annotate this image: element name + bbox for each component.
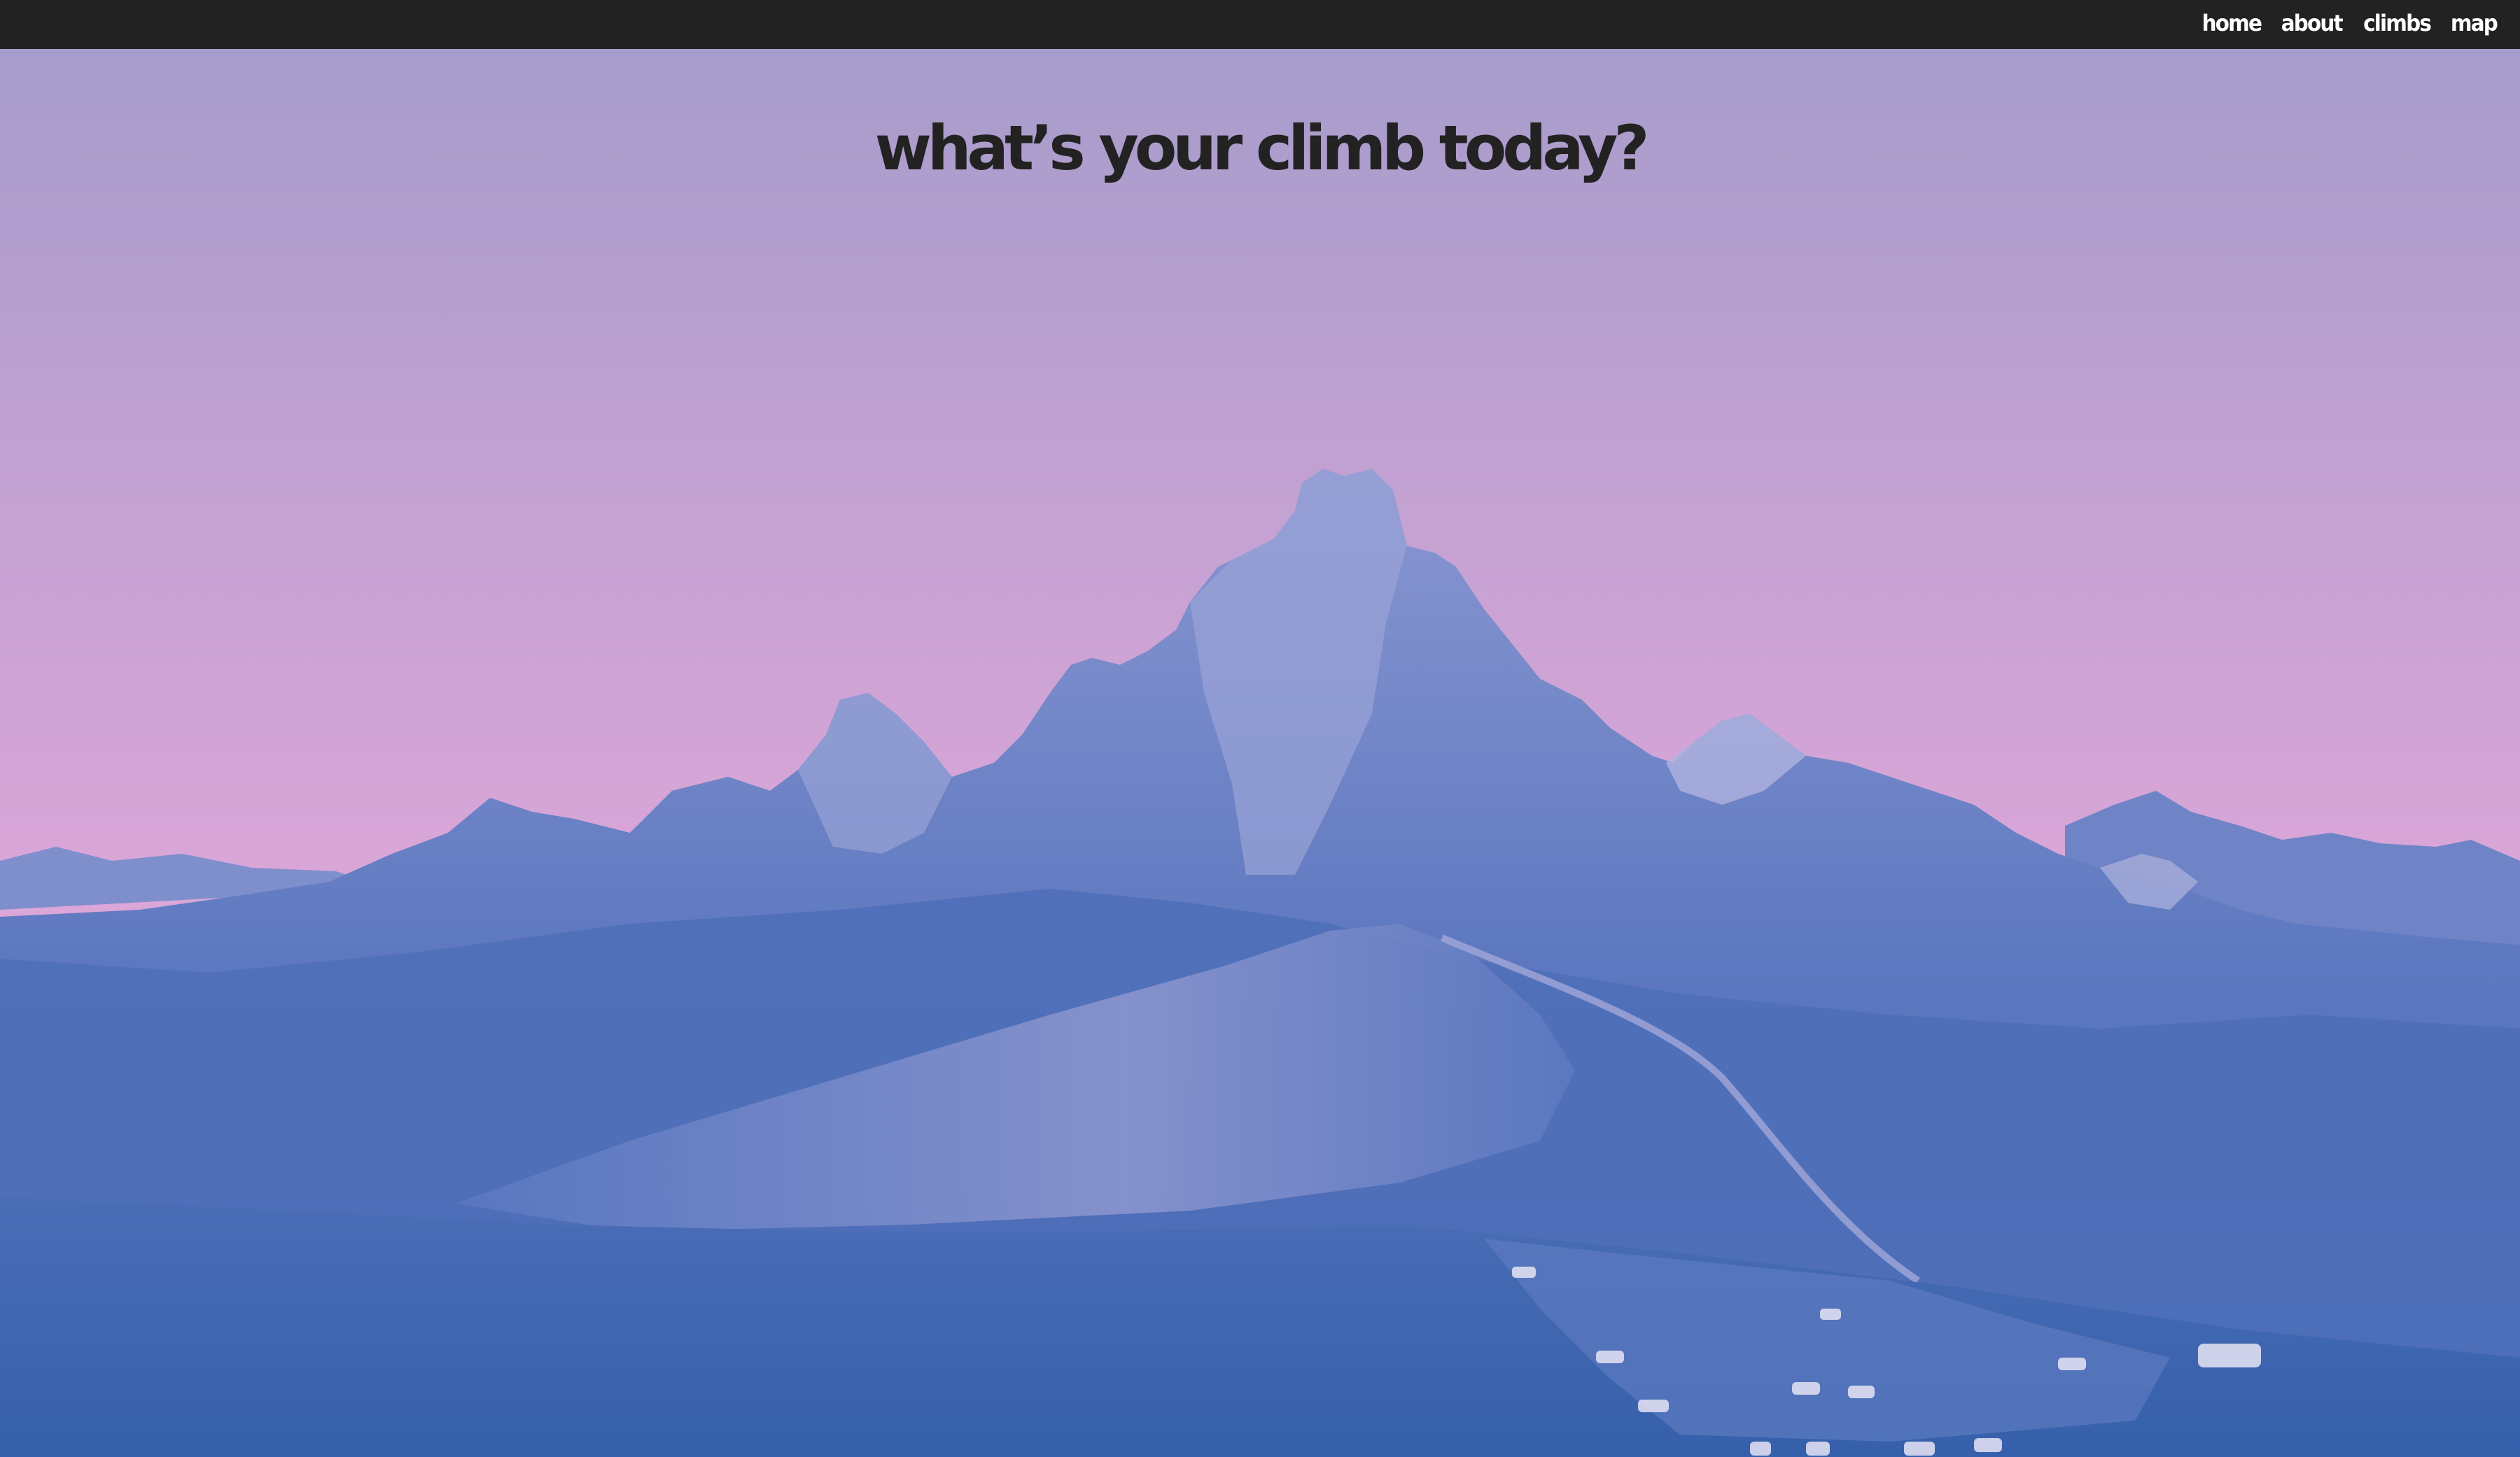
top-navigation-bar: home about climbs map bbox=[0, 0, 2520, 49]
nav-link-home[interactable]: home bbox=[2202, 10, 2262, 36]
main-nav: home about climbs map bbox=[2199, 0, 2499, 46]
mountain-background-image bbox=[0, 49, 2520, 1457]
hero-section: what’s your climb today? bbox=[0, 49, 2520, 1457]
nav-link-map[interactable]: map bbox=[2451, 10, 2498, 36]
nav-link-climbs[interactable]: climbs bbox=[2363, 10, 2432, 36]
hero-headline: what’s your climb today? bbox=[874, 112, 1650, 184]
nav-link-about[interactable]: about bbox=[2281, 10, 2344, 36]
